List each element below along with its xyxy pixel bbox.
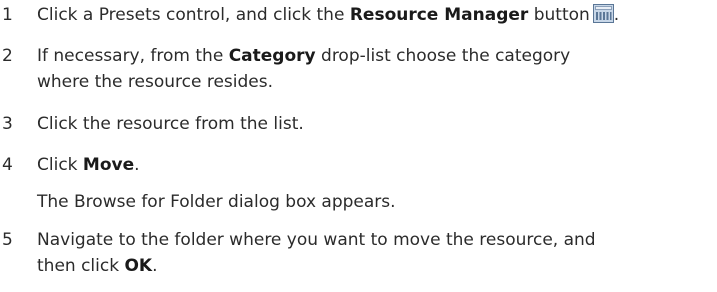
step-text-part: then click xyxy=(37,256,125,276)
step-number: 3 xyxy=(2,114,13,134)
step-text: Click the resource from the list. xyxy=(37,114,304,134)
step-number: 2 xyxy=(2,46,13,66)
step-text-part: . xyxy=(613,5,620,25)
step-text-part: Click xyxy=(37,155,83,175)
step-text-part: drop-list choose the category xyxy=(315,46,571,66)
step-text: Click Move. xyxy=(37,152,707,178)
step-text-part: If necessary, from the xyxy=(37,46,229,66)
move-label: Move xyxy=(82,155,135,175)
step-number: 5 xyxy=(2,230,13,250)
category-label: Category xyxy=(228,46,316,66)
step-text-part: . xyxy=(152,256,158,276)
step-text-part: . xyxy=(134,155,140,175)
resource-manager-icon xyxy=(592,4,614,23)
step-number: 1 xyxy=(2,5,13,25)
step-text: Click a Presets control, and click the R… xyxy=(37,2,707,28)
step-4-note: The Browse for Folder dialog box appears… xyxy=(37,192,396,212)
step-text: Navigate to the folder where you want to… xyxy=(37,227,707,279)
step-text-part: Navigate to the folder where you want to… xyxy=(37,230,596,250)
step-number: 4 xyxy=(2,155,13,175)
ok-label: OK xyxy=(124,256,153,276)
step-text-part: where the resource resides. xyxy=(37,72,274,92)
step-text-part: Click a Presets control, and click the xyxy=(37,5,350,25)
instruction-list: 1 Click a Presets control, and click the… xyxy=(0,0,717,292)
step-text: If necessary, from the Category drop-lis… xyxy=(37,43,707,95)
resource-manager-label: Resource Manager xyxy=(349,5,529,25)
step-text-part: button xyxy=(528,5,590,25)
